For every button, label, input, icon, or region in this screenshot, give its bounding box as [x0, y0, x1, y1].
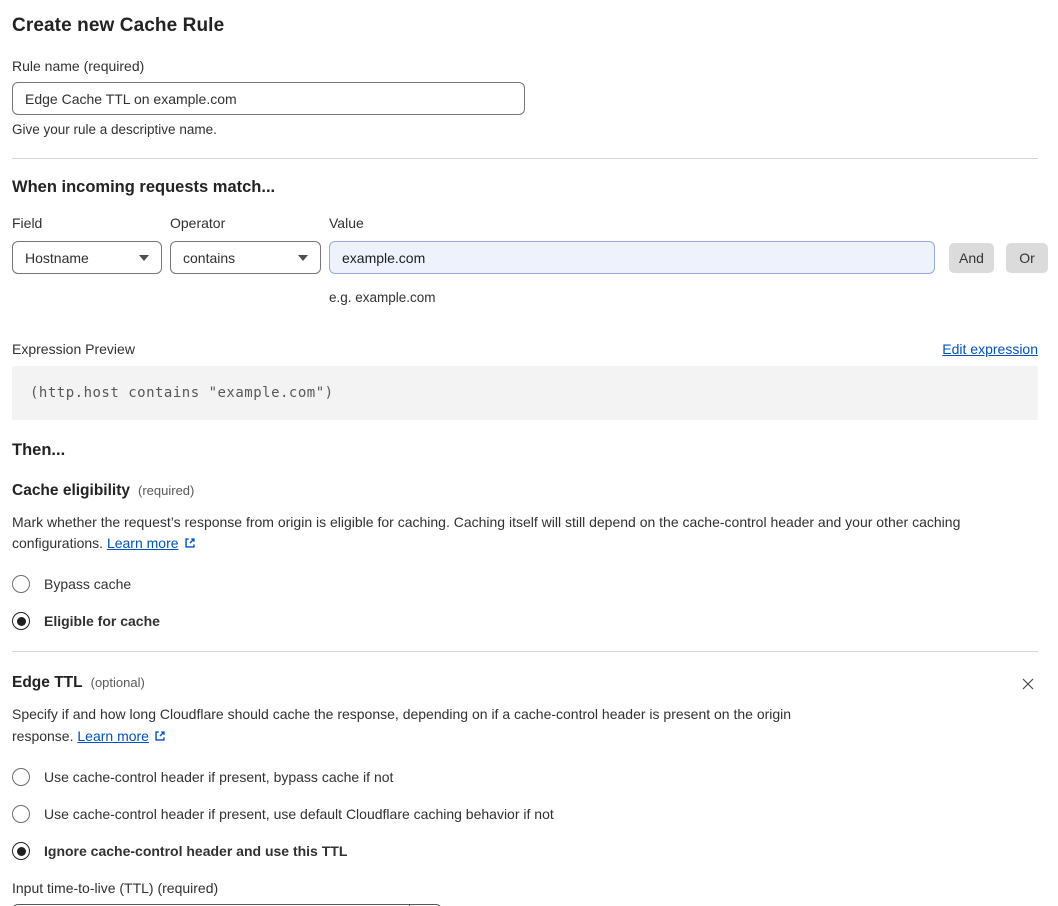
- expression-preview-header: Expression Preview Edit expression: [12, 341, 1038, 357]
- edge-ttl-header: Edge TTL (optional): [12, 674, 1038, 694]
- radio-icon: [12, 842, 30, 860]
- external-link-icon: [183, 535, 197, 556]
- match-section-heading: When incoming requests match...: [12, 178, 276, 196]
- edge-ttl-heading: Edge TTL (optional): [12, 674, 145, 692]
- field-select-value: Hostname: [25, 249, 89, 266]
- edge-ttl-learn-more-link[interactable]: Learn more: [77, 728, 149, 744]
- rule-name-help: Give your rule a descriptive name.: [12, 122, 217, 137]
- radio-label: Ignore cache-control header and use this…: [44, 843, 348, 859]
- rule-name-input[interactable]: [12, 82, 525, 115]
- edge-ttl-options: Use cache-control header if present, byp…: [12, 768, 1038, 860]
- match-condition-row: Field Operator Value Hostname contains A…: [12, 215, 1048, 305]
- radio-bypass-cache[interactable]: Bypass cache: [12, 575, 1038, 593]
- operator-select[interactable]: contains: [170, 241, 321, 274]
- value-label: Value: [329, 215, 364, 231]
- then-heading: Then...: [12, 441, 66, 459]
- cache-eligibility-learn-more-link[interactable]: Learn more: [107, 535, 179, 551]
- edge-ttl-title: Edge TTL: [12, 674, 83, 691]
- radio-label: Eligible for cache: [44, 613, 160, 629]
- rule-name-label: Rule name (required): [12, 58, 145, 74]
- section-divider: [12, 651, 1038, 652]
- or-button[interactable]: Or: [1006, 242, 1048, 273]
- cache-eligibility-options: Bypass cache Eligible for cache: [12, 575, 1038, 630]
- edit-expression-link[interactable]: Edit expression: [942, 341, 1038, 357]
- cache-eligibility-heading: Cache eligibility (required): [12, 482, 1038, 500]
- edge-ttl-qualifier: (optional): [90, 675, 145, 690]
- cache-eligibility-description: Mark whether the request’s response from…: [12, 512, 1038, 556]
- radio-icon: [12, 768, 30, 786]
- close-icon: [1022, 678, 1034, 690]
- radio-label: Use cache-control header if present, use…: [44, 806, 554, 822]
- radio-ignore-header-use-ttl[interactable]: Ignore cache-control header and use this…: [12, 842, 1038, 860]
- edge-ttl-description: Specify if and how long Cloudflare shoul…: [12, 703, 850, 749]
- radio-use-header-default[interactable]: Use cache-control header if present, use…: [12, 805, 1038, 823]
- close-edge-ttl-button[interactable]: [1018, 674, 1038, 694]
- radio-label: Use cache-control header if present, byp…: [44, 769, 394, 785]
- chevron-down-icon: [298, 254, 308, 261]
- section-divider: [12, 158, 1038, 159]
- radio-label: Bypass cache: [44, 576, 132, 592]
- cache-eligibility-title: Cache eligibility: [12, 482, 131, 499]
- ttl-input-label: Input time-to-live (TTL) (required): [12, 880, 219, 896]
- radio-icon: [12, 805, 30, 823]
- field-select[interactable]: Hostname: [12, 241, 162, 274]
- chevron-down-icon: [139, 254, 149, 261]
- expression-preview-label: Expression Preview: [12, 341, 135, 357]
- cache-eligibility-qualifier: (required): [138, 483, 195, 498]
- value-input[interactable]: [329, 241, 935, 274]
- radio-eligible-for-cache[interactable]: Eligible for cache: [12, 612, 1038, 630]
- external-link-icon: [153, 727, 167, 749]
- radio-use-header-bypass[interactable]: Use cache-control header if present, byp…: [12, 768, 1038, 786]
- value-help: e.g. example.com: [329, 290, 436, 305]
- and-button[interactable]: And: [949, 242, 994, 273]
- page-title: Create new Cache Rule: [12, 15, 225, 36]
- field-label: Field: [12, 215, 43, 231]
- operator-select-value: contains: [183, 249, 236, 266]
- create-cache-rule-form: Create new Cache Rule Rule name (require…: [0, 0, 1058, 906]
- operator-label: Operator: [170, 215, 226, 231]
- radio-icon: [12, 612, 30, 630]
- expression-preview-code: (http.host contains "example.com"): [12, 366, 1038, 420]
- radio-icon: [12, 575, 30, 593]
